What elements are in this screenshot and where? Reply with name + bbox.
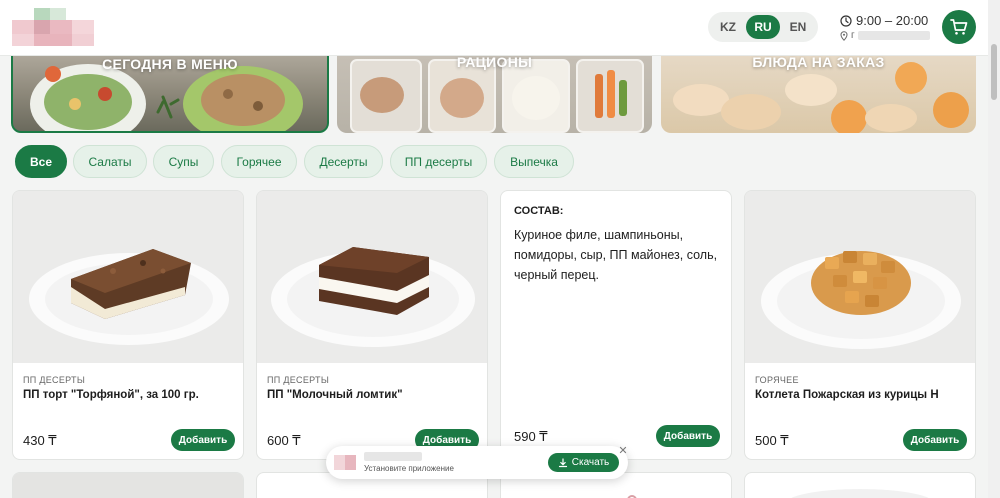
- close-app-banner-button[interactable]: ✕: [616, 443, 630, 457]
- product-price: 600 ₸: [267, 433, 301, 448]
- composition-title: СОСТАВ:: [514, 205, 564, 217]
- product-price: 430 ₸: [23, 433, 57, 448]
- app-icon: [334, 455, 356, 470]
- filter-all[interactable]: Все: [15, 145, 67, 178]
- add-to-cart-button[interactable]: Добавить: [656, 425, 720, 447]
- add-to-cart-button[interactable]: Добавить: [171, 429, 235, 451]
- product-card-peek[interactable]: [12, 472, 244, 498]
- filter-pp-desserts[interactable]: ПП десерты: [390, 145, 487, 178]
- product-category: ПП ДЕСЕРТЫ: [267, 375, 330, 385]
- product-category: ГОРЯЧЕЕ: [755, 375, 799, 385]
- product-name[interactable]: ПП торт "Торфяной", за 100 гр.: [23, 389, 235, 401]
- lang-en-button[interactable]: EN: [781, 15, 815, 39]
- address-text-blurred: [857, 31, 930, 40]
- filter-desserts[interactable]: Десерты: [304, 145, 383, 178]
- lang-kz-button[interactable]: KZ: [711, 15, 745, 39]
- brand-logo[interactable]: [12, 8, 94, 48]
- filter-hot[interactable]: Горячее: [221, 145, 297, 178]
- filter-soups[interactable]: Супы: [153, 145, 214, 178]
- product-price: 590 ₸: [514, 429, 548, 444]
- banner-today-menu-title: СЕГОДНЯ В МЕНЮ: [102, 56, 238, 72]
- install-app-label: Установите приложение: [364, 464, 454, 473]
- lang-ru-button[interactable]: RU: [746, 15, 780, 39]
- filter-salads[interactable]: Салаты: [73, 145, 147, 178]
- composition-text: Куриное филе, шампиньоны, помидоры, сыр,…: [514, 228, 718, 282]
- product-photo: [257, 191, 487, 363]
- install-app-banner: Установите приложение Скачать ✕: [326, 443, 630, 479]
- hours-text: 9:00 – 20:00: [856, 13, 929, 28]
- product-card[interactable]: ГОРЯЧЕЕ Котлета Пожарская из курицы Н 50…: [744, 190, 976, 460]
- address[interactable]: г: [840, 30, 930, 41]
- language-switcher: KZ RU EN: [708, 12, 818, 42]
- product-card[interactable]: ПП ДЕСЕРТЫ ПП торт "Торфяной", за 100 гр…: [12, 190, 244, 460]
- scrollbar-thumb[interactable]: [991, 44, 997, 100]
- product-card-peek[interactable]: [744, 472, 976, 498]
- banner-rations-title: РАЦИОНЫ: [456, 54, 533, 70]
- product-photo: [13, 191, 243, 363]
- location-pin-icon: [840, 30, 848, 41]
- banner-dishes-to-order-title: БЛЮДА НА ЗАКАЗ: [752, 54, 885, 70]
- hours-and-address: 9:00 – 20:00 г: [840, 13, 932, 43]
- product-name[interactable]: ПП "Молочный ломтик": [267, 389, 479, 401]
- page: KZ RU EN 9:00 – 20:00 г СЕГОДНЯ В МЕНЮ Р…: [0, 0, 1000, 498]
- page-scrollbar[interactable]: [988, 0, 1000, 498]
- product-card-composition[interactable]: СОСТАВ: Куриное филе, шампиньоны, помидо…: [500, 190, 732, 460]
- clock-icon: [840, 14, 852, 27]
- product-card[interactable]: ПП ДЕСЕРТЫ ПП "Молочный ломтик" 600 ₸ До…: [256, 190, 488, 460]
- filter-bakery[interactable]: Выпечка: [494, 145, 574, 178]
- cart-icon: [950, 19, 968, 35]
- download-label: Скачать: [571, 457, 610, 468]
- product-category: ПП ДЕСЕРТЫ: [23, 375, 86, 385]
- app-name-blurred: [364, 452, 422, 461]
- add-to-cart-button[interactable]: Добавить: [903, 429, 967, 451]
- working-hours: 9:00 – 20:00: [840, 13, 928, 28]
- address-prefix: г: [851, 30, 855, 41]
- product-price: 500 ₸: [755, 433, 789, 448]
- site-header: KZ RU EN 9:00 – 20:00 г: [0, 0, 988, 56]
- download-icon: [558, 457, 567, 467]
- product-photo: [745, 191, 975, 363]
- cart-button[interactable]: [942, 10, 976, 44]
- download-app-button[interactable]: Скачать: [548, 453, 619, 472]
- product-name[interactable]: Котлета Пожарская из курицы Н: [755, 389, 967, 401]
